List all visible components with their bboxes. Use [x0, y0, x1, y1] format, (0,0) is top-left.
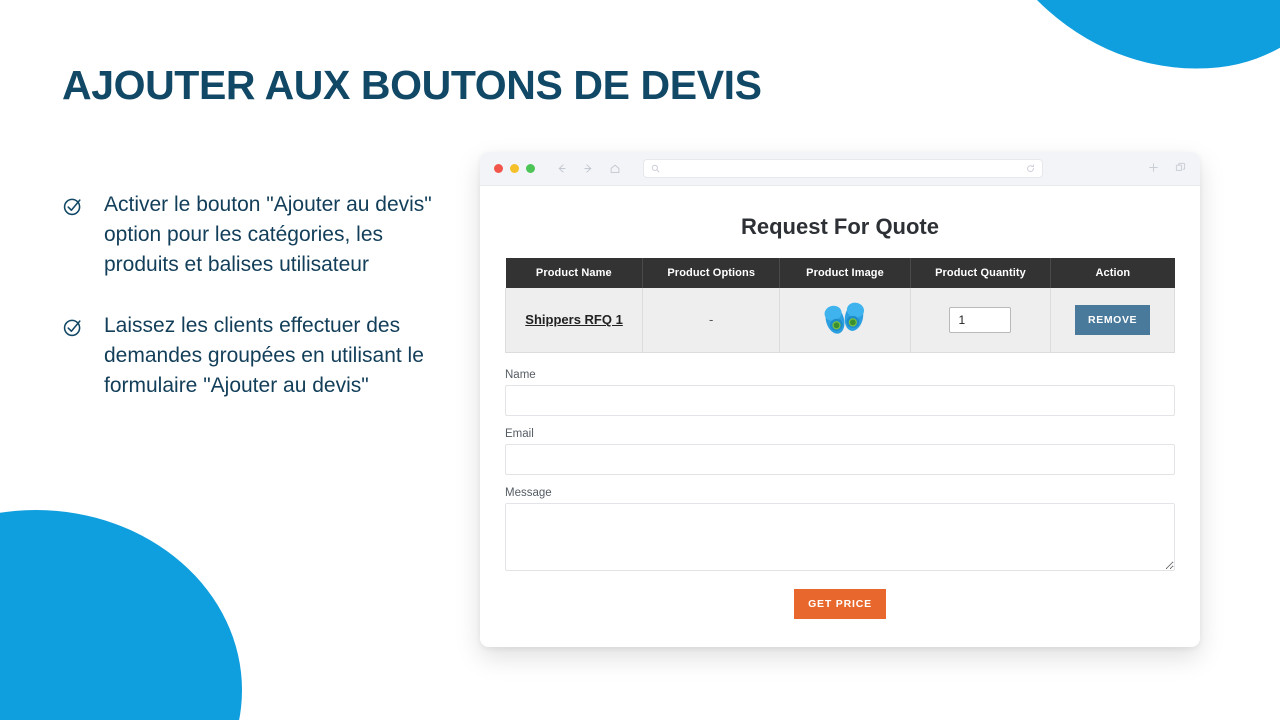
- address-bar[interactable]: [643, 159, 1043, 178]
- column-header-product-options: Product Options: [642, 258, 781, 288]
- quantity-input[interactable]: [949, 306, 1012, 333]
- column-header-product-quantity: Product Quantity: [910, 258, 1052, 288]
- product-options-value: -: [709, 312, 714, 328]
- reload-icon[interactable]: [1026, 164, 1035, 173]
- remove-button[interactable]: REMOVE: [1075, 304, 1151, 335]
- email-label: Email: [505, 427, 534, 440]
- cell-product-quantity: [909, 288, 1052, 353]
- close-window-button[interactable]: [494, 164, 503, 173]
- product-name-link[interactable]: Shippers RFQ 1: [525, 312, 623, 327]
- message-field[interactable]: [505, 502, 1175, 571]
- browser-window: Request For Quote Product Name Product O…: [480, 152, 1200, 647]
- back-arrow-icon[interactable]: [555, 162, 568, 175]
- page-title: Ajouter aux boutons de devis: [62, 62, 762, 108]
- rfq-table: Product Name Product Options Product Ima…: [504, 258, 1175, 353]
- toolbar-right-icons: [1126, 160, 1186, 178]
- maximize-window-button[interactable]: [526, 164, 535, 173]
- cell-product-options: -: [642, 288, 781, 353]
- forward-arrow-icon[interactable]: [582, 162, 595, 175]
- list-item-label: Activer le bouton "Ajouter au devis" opt…: [104, 193, 432, 276]
- table-row: Shippers RFQ 1 - 1 REMOVE: [504, 288, 1175, 353]
- home-icon[interactable]: [609, 163, 621, 175]
- browser-toolbar: [480, 152, 1200, 186]
- column-header-product-name: Product Name: [505, 258, 644, 288]
- list-item: Laissez les clients effectuer des demand…: [62, 311, 452, 400]
- plus-icon[interactable]: [1148, 160, 1159, 178]
- check-circle-icon: [62, 316, 84, 338]
- list-item: Activer le bouton "Ajouter au devis" opt…: [62, 190, 452, 279]
- decorative-shape-top-right: [953, 0, 1280, 92]
- list-item-label: Laissez les clients effectuer des demand…: [104, 314, 424, 398]
- table-header-row: Product Name Product Options Product Ima…: [505, 258, 1175, 288]
- quote-form: Name Email Message GET PRICE: [505, 369, 1175, 619]
- cell-product-image: [779, 288, 911, 353]
- column-header-product-image: Product Image: [779, 258, 911, 288]
- bullet-list: Activer le bouton "Ajouter au devis" opt…: [62, 190, 452, 433]
- submit-row: GET PRICE: [505, 588, 1175, 619]
- name-field[interactable]: [505, 384, 1175, 416]
- slide-root: Ajouter aux boutons de devis Activer le …: [0, 0, 1280, 720]
- cell-action: REMOVE: [1050, 288, 1175, 353]
- get-price-button[interactable]: GET PRICE: [794, 588, 886, 619]
- name-label: Name: [505, 368, 536, 381]
- cell-product-name: Shippers RFQ 1: [504, 288, 644, 353]
- blue-slippers-image: [817, 296, 873, 340]
- search-icon: [651, 164, 660, 173]
- message-label: Message: [505, 486, 552, 499]
- minimize-window-button[interactable]: [510, 164, 519, 173]
- navigation-controls: [555, 162, 621, 175]
- rfq-heading: Request For Quote: [740, 214, 939, 239]
- decorative-shape-bottom-left: [0, 510, 242, 720]
- email-field[interactable]: [505, 443, 1175, 475]
- window-controls[interactable]: [494, 164, 535, 173]
- page-content: Request For Quote Product Name Product O…: [480, 186, 1200, 647]
- column-header-action: Action: [1050, 258, 1175, 288]
- check-circle-icon: [62, 195, 84, 217]
- duplicate-window-icon[interactable]: [1175, 160, 1186, 178]
